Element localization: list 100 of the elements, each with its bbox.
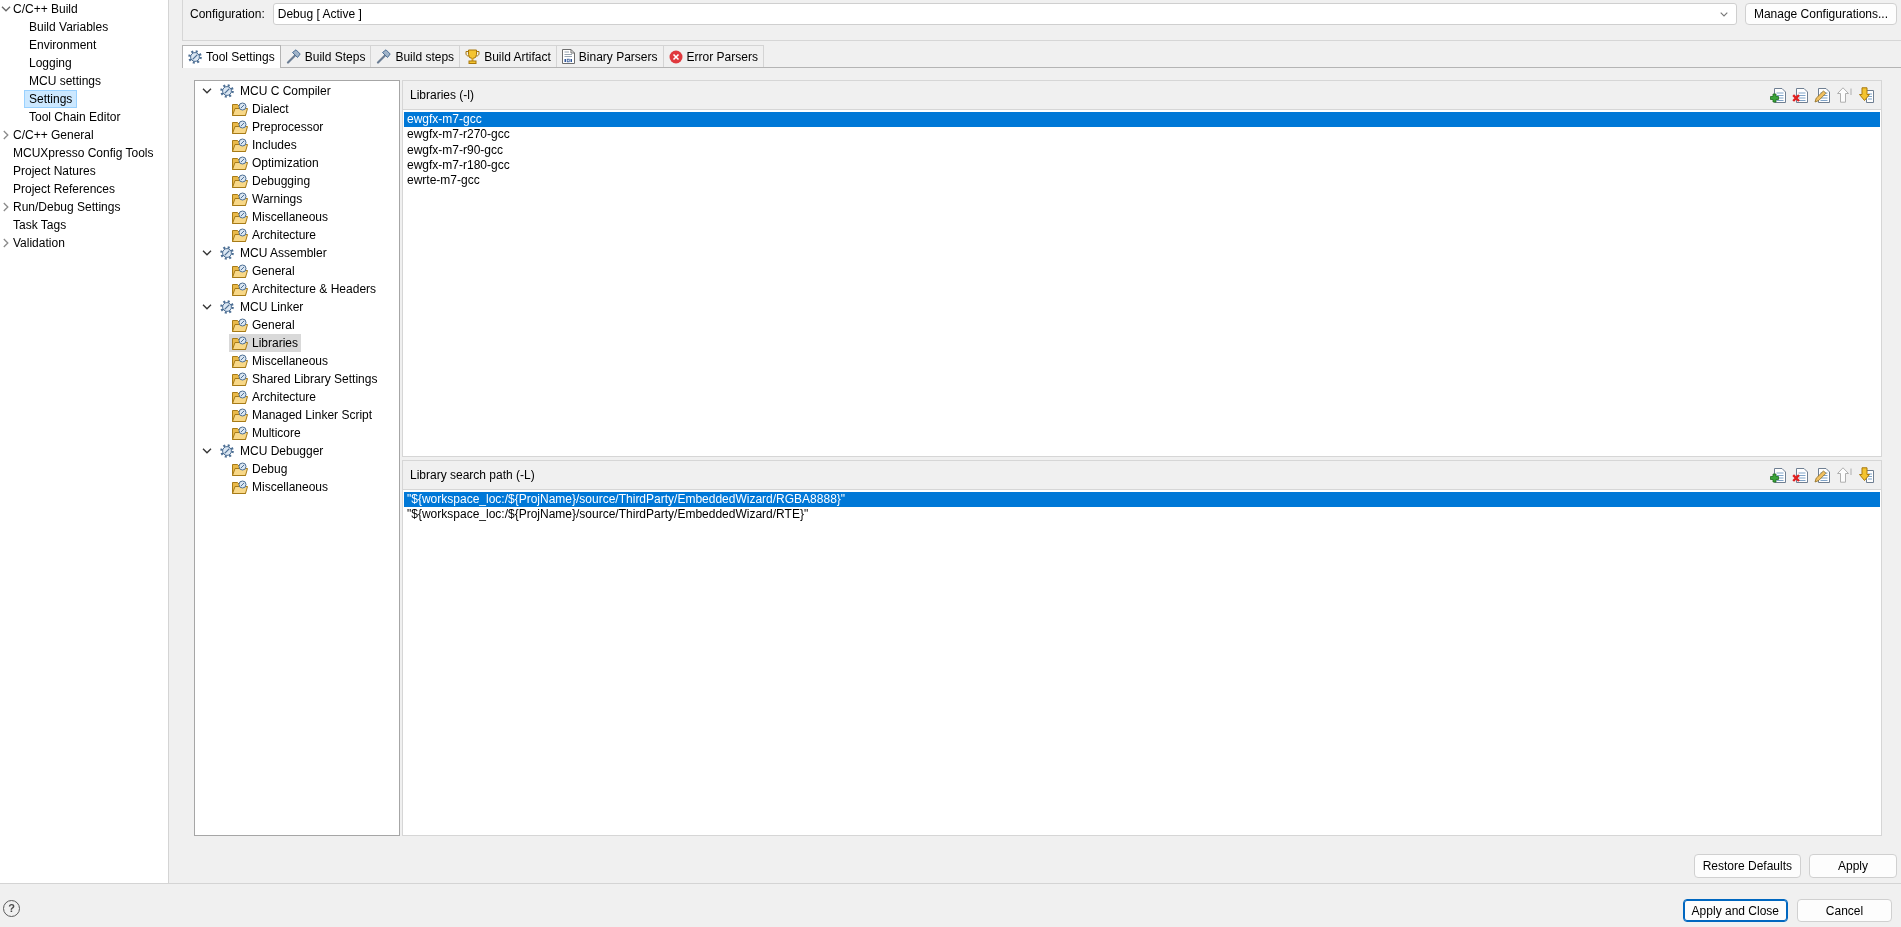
tree-item[interactable]: MCU Assembler (217, 244, 330, 262)
tree-item[interactable]: MCU Debugger (217, 442, 327, 460)
tab[interactable]: Binary Parsers (556, 45, 664, 67)
tree-item[interactable]: Libraries (229, 334, 302, 352)
list-title: Libraries (-l) (410, 88, 474, 102)
sidebar-item[interactable]: Run/Debug Settings (11, 198, 125, 216)
tree-item[interactable]: MCU C Compiler (217, 82, 334, 100)
sidebar-item[interactable]: Tool Chain Editor (24, 108, 126, 126)
add-icon[interactable] (1770, 87, 1786, 103)
gear-icon (188, 50, 202, 64)
folder-icon (232, 390, 248, 404)
tree-item[interactable]: Warnings (229, 190, 306, 208)
list-item[interactable]: "${workspace_loc:/${ProjName}/source/ThirdParty/EmbeddedWizard/RGBA8888}" (404, 491, 1880, 507)
tree-item[interactable]: Miscellaneous (229, 352, 332, 370)
chevron-right-icon[interactable] (2, 130, 9, 140)
chevron-right-icon[interactable] (2, 238, 9, 248)
folder-icon (232, 138, 248, 152)
tab[interactable]: Tool Settings (182, 45, 281, 68)
sidebar-item[interactable]: Environment (24, 36, 102, 54)
document-icon (561, 49, 575, 64)
folder-icon (232, 480, 248, 494)
folder-icon (232, 156, 248, 170)
folder-icon (232, 336, 248, 350)
tab[interactable]: Build Artifact (460, 45, 557, 67)
tree-item[interactable]: Multicore (229, 424, 304, 442)
tree-item[interactable]: Shared Library Settings (229, 370, 381, 388)
configuration-label: Configuration: (190, 7, 265, 21)
tree-item[interactable]: Includes (229, 136, 300, 154)
sidebar-item[interactable]: Logging (24, 54, 77, 72)
chevron-down-icon (1719, 11, 1728, 17)
edit-icon[interactable] (1814, 466, 1830, 483)
chevron-down-icon[interactable] (202, 250, 212, 256)
gear-icon (220, 84, 234, 98)
arrow-down-icon[interactable] (1858, 87, 1874, 103)
tree-item[interactable]: Architecture (229, 388, 320, 406)
sidebar-item[interactable]: C/C++ Build (11, 0, 82, 18)
dialog-button[interactable]: Apply and Close (1682, 899, 1788, 922)
list-item[interactable]: ewgfx-m7-r90-gcc (404, 142, 1880, 158)
list-item[interactable]: "${workspace_loc:/${ProjName}/source/ThirdParty/EmbeddedWizard/RTE}" (404, 506, 1880, 523)
tree-item[interactable]: Debugging (229, 172, 314, 190)
tree-item[interactable]: Miscellaneous (229, 478, 332, 496)
edit-icon[interactable] (1814, 87, 1830, 103)
tree-item[interactable]: Preprocessor (229, 118, 327, 136)
delete-icon[interactable] (1792, 466, 1808, 483)
folder-icon (232, 318, 248, 332)
list-item[interactable]: ewgfx-m7-gcc (404, 112, 1880, 128)
tab[interactable]: Build steps (371, 45, 461, 67)
chevron-down-icon[interactable] (202, 304, 212, 310)
chevron-down-icon[interactable] (202, 88, 212, 94)
chevron-down-icon[interactable] (0, 6, 11, 12)
folder-icon (232, 408, 248, 422)
hammer-icon (376, 49, 392, 64)
tree-item[interactable]: MCU Linker (217, 298, 307, 316)
dialog-button[interactable]: Cancel (1797, 899, 1892, 922)
tab[interactable]: Error Parsers (663, 45, 764, 67)
page-button[interactable]: Apply (1809, 854, 1897, 878)
manage-configurations-button[interactable]: Manage Configurations... (1744, 3, 1897, 25)
arrow-down-icon[interactable] (1858, 466, 1874, 483)
sidebar-item[interactable]: Validation (11, 234, 69, 252)
folder-icon (232, 462, 248, 476)
list-item[interactable]: ewrte-m7-gcc (404, 173, 1880, 189)
list-item[interactable]: ewgfx-m7-r180-gcc (404, 157, 1880, 174)
sidebar-item[interactable]: C/C++ General (11, 126, 98, 144)
sidebar-item[interactable]: Build Variables (24, 18, 114, 36)
list-box[interactable]: ewgfx-m7-gcc ewgfx-m7-r270-gcc ewgfx-m7-r90-gcc ewgfx-m7-r180-gcc ewrte-m7-gcc (403, 109, 1881, 456)
tree-item[interactable]: Dialect (229, 100, 292, 118)
folder-icon (232, 102, 248, 116)
sidebar-item[interactable]: MCU settings (24, 72, 107, 90)
trophy-icon (465, 49, 481, 64)
sidebar-item[interactable]: Task Tags (11, 216, 71, 234)
tree-item[interactable]: Architecture (229, 226, 320, 244)
chevron-right-icon[interactable] (2, 202, 9, 212)
error-icon (668, 49, 683, 64)
tree-item[interactable]: Optimization (229, 154, 322, 172)
chevron-down-icon[interactable] (202, 448, 212, 454)
tree-item[interactable]: Debug (229, 460, 291, 478)
hammer-icon (285, 49, 301, 64)
folder-icon (232, 264, 248, 278)
page-button[interactable]: Restore Defaults (1693, 854, 1801, 878)
folder-icon (232, 174, 248, 188)
tree-item[interactable]: Miscellaneous (229, 208, 332, 226)
delete-icon[interactable] (1792, 87, 1808, 103)
sidebar-item[interactable]: MCUXpresso Config Tools (11, 144, 158, 162)
sidebar-item[interactable]: Project References (11, 180, 120, 198)
tab[interactable]: Build Steps (280, 45, 372, 67)
list-box[interactable]: "${workspace_loc:/${ProjName}/source/ThirdParty/EmbeddedWizard/RGBA8888}" "${workspace_loc:/${ProjName}/source/ThirdParty/EmbeddedWizard/RTE}" (403, 488, 1881, 835)
sidebar-item[interactable]: Settings (24, 90, 78, 108)
folder-icon (232, 120, 248, 134)
folder-icon (232, 282, 248, 296)
sidebar-item[interactable]: Project Natures (11, 162, 100, 180)
gear-icon (220, 246, 234, 260)
configuration-dropdown[interactable]: Debug [ Active ] (272, 3, 1737, 25)
folder-icon (232, 192, 248, 206)
list-item[interactable]: ewgfx-m7-r270-gcc (404, 127, 1880, 143)
tree-item[interactable]: General (229, 262, 298, 280)
tree-item[interactable]: Managed Linker Script (229, 406, 376, 424)
folder-icon (232, 354, 248, 368)
tree-item[interactable]: Architecture & Headers (229, 280, 380, 298)
tree-item[interactable]: General (229, 316, 298, 334)
add-icon[interactable] (1770, 466, 1786, 483)
